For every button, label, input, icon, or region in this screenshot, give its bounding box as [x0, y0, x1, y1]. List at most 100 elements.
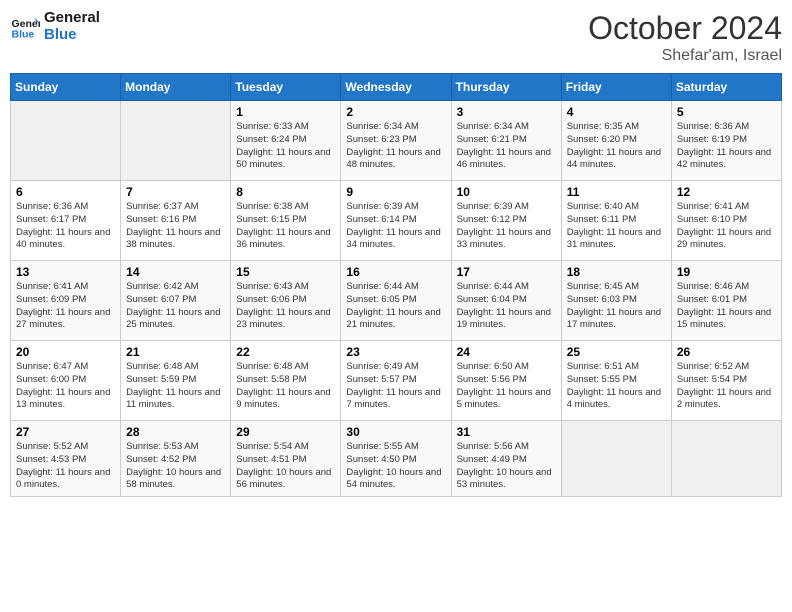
calendar-day-cell: 10 Sunrise: 6:39 AM Sunset: 6:12 PM Dayl… — [451, 181, 561, 261]
weekday-header-cell: Saturday — [671, 74, 781, 101]
day-number: 17 — [457, 265, 556, 279]
day-number: 31 — [457, 425, 556, 439]
day-info: Sunrise: 6:49 AM Sunset: 5:57 PM Dayligh… — [346, 361, 445, 412]
sunrise-text: Sunrise: 6:33 AM — [236, 121, 308, 132]
day-number: 24 — [457, 345, 556, 359]
sunrise-text: Sunrise: 6:36 AM — [677, 121, 749, 132]
calendar-day-cell: 28 Sunrise: 5:53 AM Sunset: 4:52 PM Dayl… — [121, 421, 231, 497]
calendar-day-cell — [121, 101, 231, 181]
sunrise-text: Sunrise: 6:45 AM — [567, 281, 639, 292]
day-number: 14 — [126, 265, 225, 279]
calendar-day-cell: 25 Sunrise: 6:51 AM Sunset: 5:55 PM Dayl… — [561, 341, 671, 421]
daylight-text: Daylight: 11 hours and 42 minutes. — [677, 147, 771, 171]
calendar-day-cell — [11, 101, 121, 181]
daylight-text: Daylight: 11 hours and 4 minutes. — [567, 387, 661, 411]
svg-text:Blue: Blue — [12, 28, 35, 40]
daylight-text: Daylight: 11 hours and 15 minutes. — [677, 307, 771, 331]
day-info: Sunrise: 6:35 AM Sunset: 6:20 PM Dayligh… — [567, 121, 666, 172]
day-number: 9 — [346, 185, 445, 199]
day-number: 6 — [16, 185, 115, 199]
calendar-day-cell: 2 Sunrise: 6:34 AM Sunset: 6:23 PM Dayli… — [341, 101, 451, 181]
calendar-day-cell — [671, 421, 781, 497]
day-info: Sunrise: 6:51 AM Sunset: 5:55 PM Dayligh… — [567, 361, 666, 412]
sunset-text: Sunset: 6:04 PM — [457, 294, 527, 305]
day-info: Sunrise: 6:43 AM Sunset: 6:06 PM Dayligh… — [236, 281, 335, 332]
day-number: 23 — [346, 345, 445, 359]
daylight-text: Daylight: 11 hours and 29 minutes. — [677, 227, 771, 251]
day-number: 19 — [677, 265, 776, 279]
day-number: 1 — [236, 105, 335, 119]
sunrise-text: Sunrise: 6:51 AM — [567, 361, 639, 372]
sunrise-text: Sunrise: 6:40 AM — [567, 201, 639, 212]
calendar-day-cell: 7 Sunrise: 6:37 AM Sunset: 6:16 PM Dayli… — [121, 181, 231, 261]
day-info: Sunrise: 6:41 AM Sunset: 6:09 PM Dayligh… — [16, 281, 115, 332]
sunset-text: Sunset: 5:58 PM — [236, 374, 306, 385]
calendar-day-cell: 31 Sunrise: 5:56 AM Sunset: 4:49 PM Dayl… — [451, 421, 561, 497]
calendar-day-cell: 30 Sunrise: 5:55 AM Sunset: 4:50 PM Dayl… — [341, 421, 451, 497]
day-number: 3 — [457, 105, 556, 119]
month-title: October 2024 — [588, 10, 782, 47]
sunrise-text: Sunrise: 5:52 AM — [16, 441, 88, 452]
day-info: Sunrise: 5:52 AM Sunset: 4:53 PM Dayligh… — [16, 441, 115, 492]
sunrise-text: Sunrise: 6:50 AM — [457, 361, 529, 372]
daylight-text: Daylight: 11 hours and 0 minutes. — [16, 467, 110, 491]
weekday-header-cell: Friday — [561, 74, 671, 101]
daylight-text: Daylight: 11 hours and 19 minutes. — [457, 307, 551, 331]
calendar-day-cell: 23 Sunrise: 6:49 AM Sunset: 5:57 PM Dayl… — [341, 341, 451, 421]
daylight-text: Daylight: 11 hours and 36 minutes. — [236, 227, 330, 251]
day-info: Sunrise: 6:39 AM Sunset: 6:12 PM Dayligh… — [457, 201, 556, 252]
sunrise-text: Sunrise: 6:39 AM — [346, 201, 418, 212]
weekday-header-cell: Wednesday — [341, 74, 451, 101]
day-info: Sunrise: 6:34 AM Sunset: 6:23 PM Dayligh… — [346, 121, 445, 172]
sunset-text: Sunset: 4:49 PM — [457, 454, 527, 465]
sunset-text: Sunset: 6:07 PM — [126, 294, 196, 305]
sunrise-text: Sunrise: 6:37 AM — [126, 201, 198, 212]
calendar-day-cell: 19 Sunrise: 6:46 AM Sunset: 6:01 PM Dayl… — [671, 261, 781, 341]
sunset-text: Sunset: 6:05 PM — [346, 294, 416, 305]
calendar-day-cell — [561, 421, 671, 497]
calendar-table: SundayMondayTuesdayWednesdayThursdayFrid… — [10, 73, 782, 497]
day-info: Sunrise: 6:45 AM Sunset: 6:03 PM Dayligh… — [567, 281, 666, 332]
daylight-text: Daylight: 11 hours and 13 minutes. — [16, 387, 110, 411]
daylight-text: Daylight: 11 hours and 27 minutes. — [16, 307, 110, 331]
sunrise-text: Sunrise: 5:55 AM — [346, 441, 418, 452]
daylight-text: Daylight: 11 hours and 17 minutes. — [567, 307, 661, 331]
sunrise-text: Sunrise: 6:35 AM — [567, 121, 639, 132]
day-info: Sunrise: 6:50 AM Sunset: 5:56 PM Dayligh… — [457, 361, 556, 412]
calendar-day-cell: 17 Sunrise: 6:44 AM Sunset: 6:04 PM Dayl… — [451, 261, 561, 341]
day-info: Sunrise: 6:48 AM Sunset: 5:58 PM Dayligh… — [236, 361, 335, 412]
sunrise-text: Sunrise: 6:36 AM — [16, 201, 88, 212]
sunrise-text: Sunrise: 5:56 AM — [457, 441, 529, 452]
weekday-header-row: SundayMondayTuesdayWednesdayThursdayFrid… — [11, 74, 782, 101]
sunset-text: Sunset: 6:21 PM — [457, 134, 527, 145]
daylight-text: Daylight: 11 hours and 9 minutes. — [236, 387, 330, 411]
sunrise-text: Sunrise: 5:53 AM — [126, 441, 198, 452]
sunrise-text: Sunrise: 6:39 AM — [457, 201, 529, 212]
calendar-day-cell: 15 Sunrise: 6:43 AM Sunset: 6:06 PM Dayl… — [231, 261, 341, 341]
sunset-text: Sunset: 6:24 PM — [236, 134, 306, 145]
calendar-week-row: 13 Sunrise: 6:41 AM Sunset: 6:09 PM Dayl… — [11, 261, 782, 341]
day-number: 22 — [236, 345, 335, 359]
day-info: Sunrise: 6:39 AM Sunset: 6:14 PM Dayligh… — [346, 201, 445, 252]
weekday-header-cell: Monday — [121, 74, 231, 101]
calendar-day-cell: 5 Sunrise: 6:36 AM Sunset: 6:19 PM Dayli… — [671, 101, 781, 181]
sunset-text: Sunset: 6:23 PM — [346, 134, 416, 145]
day-number: 16 — [346, 265, 445, 279]
daylight-text: Daylight: 11 hours and 11 minutes. — [126, 387, 220, 411]
logo-general: General — [44, 10, 100, 27]
day-info: Sunrise: 6:44 AM Sunset: 6:05 PM Dayligh… — [346, 281, 445, 332]
sunrise-text: Sunrise: 6:49 AM — [346, 361, 418, 372]
daylight-text: Daylight: 10 hours and 53 minutes. — [457, 467, 552, 491]
calendar-day-cell: 1 Sunrise: 6:33 AM Sunset: 6:24 PM Dayli… — [231, 101, 341, 181]
sunrise-text: Sunrise: 6:43 AM — [236, 281, 308, 292]
sunrise-text: Sunrise: 6:38 AM — [236, 201, 308, 212]
sunrise-text: Sunrise: 6:42 AM — [126, 281, 198, 292]
daylight-text: Daylight: 11 hours and 46 minutes. — [457, 147, 551, 171]
calendar-day-cell: 11 Sunrise: 6:40 AM Sunset: 6:11 PM Dayl… — [561, 181, 671, 261]
sunset-text: Sunset: 4:51 PM — [236, 454, 306, 465]
daylight-text: Daylight: 11 hours and 25 minutes. — [126, 307, 220, 331]
daylight-text: Daylight: 11 hours and 44 minutes. — [567, 147, 661, 171]
sunset-text: Sunset: 5:56 PM — [457, 374, 527, 385]
calendar-day-cell: 8 Sunrise: 6:38 AM Sunset: 6:15 PM Dayli… — [231, 181, 341, 261]
sunset-text: Sunset: 6:10 PM — [677, 214, 747, 225]
